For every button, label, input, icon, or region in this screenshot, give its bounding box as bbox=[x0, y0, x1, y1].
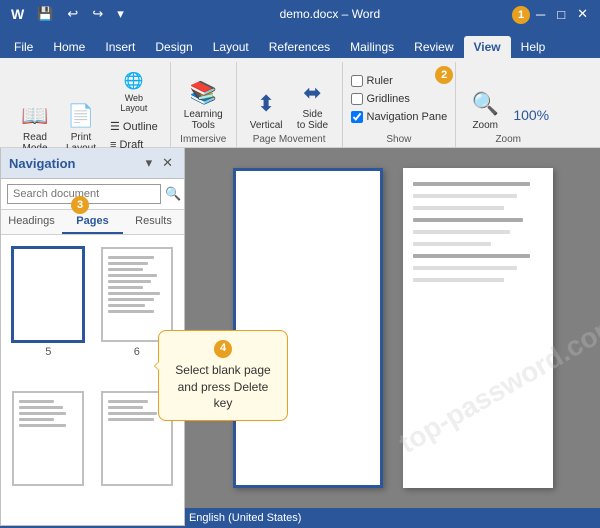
side-to-side-button[interactable]: ⬌ Sideto Side bbox=[292, 74, 334, 134]
zoom-100-button[interactable]: 100% bbox=[510, 96, 552, 134]
title-bar-left: W 💾 ↩ ↪ ▾ bbox=[8, 4, 128, 24]
language-label: English (United States) bbox=[189, 512, 302, 524]
badge-3: 3 bbox=[71, 196, 89, 214]
callout-text: Select blank page and press Delete key bbox=[175, 363, 270, 411]
page-7-content bbox=[14, 393, 82, 434]
zoom-button[interactable]: 🔍 Zoom bbox=[464, 85, 506, 134]
read-mode-icon: 📖 bbox=[19, 100, 51, 132]
doc-page-6[interactable] bbox=[403, 168, 553, 488]
page-num-5: 5 bbox=[45, 346, 51, 358]
ribbon-tabs-bar: File Home Insert Design Layout Reference… bbox=[0, 28, 600, 58]
vertical-button[interactable]: ⬍ Vertical bbox=[245, 85, 288, 134]
badge-4: 4 bbox=[214, 340, 232, 358]
app-name-label: Word bbox=[352, 7, 380, 21]
app-window: W 💾 ↩ ↪ ▾ demo.docx – Word 1 ─ □ ✕ File … bbox=[0, 0, 600, 528]
page-movement-label: Page Movement bbox=[253, 134, 326, 147]
tab-view[interactable]: View bbox=[464, 36, 511, 58]
web-layout-button[interactable]: 🌐 WebLayout bbox=[106, 66, 162, 116]
ribbon-group-show: Ruler Gridlines Navigation Pane 2 Show bbox=[343, 62, 457, 147]
learning-tools-button[interactable]: 📚 LearningTools bbox=[179, 74, 228, 134]
ribbon-group-page-movement: ⬍ Vertical ⬌ Sideto Side Page Movement bbox=[237, 62, 343, 147]
print-layout-icon: 📄 bbox=[65, 100, 97, 132]
zoom-icon: 🔍 bbox=[469, 88, 501, 120]
ruler-checkbox-label[interactable]: Ruler bbox=[351, 74, 448, 88]
ribbon-content: 📖 ReadMode 📄 PrintLayout 🌐 WebLayout ☰ O… bbox=[0, 58, 600, 148]
zoom-buttons: 🔍 Zoom 100% bbox=[464, 66, 552, 134]
ribbon-group-views: 📖 ReadMode 📄 PrintLayout 🌐 WebLayout ☰ O… bbox=[6, 62, 171, 147]
save-qat-button[interactable]: 💾 bbox=[33, 4, 57, 24]
outline-button[interactable]: ☰ Outline bbox=[106, 118, 162, 135]
tab-mailings[interactable]: Mailings bbox=[340, 36, 404, 58]
tab-review[interactable]: Review bbox=[404, 36, 463, 58]
views-buttons: 📖 ReadMode 📄 PrintLayout 🌐 WebLayout ☰ O… bbox=[14, 66, 162, 157]
page-6-content bbox=[103, 249, 171, 320]
immersive-buttons: 📚 LearningTools bbox=[179, 66, 228, 134]
tab-file[interactable]: File bbox=[4, 36, 43, 58]
search-button[interactable]: 🔍 bbox=[165, 186, 181, 202]
immersive-group-label: Immersive bbox=[180, 134, 226, 147]
nav-pane-controls: ▾ ✕ bbox=[143, 154, 176, 172]
badge-1: 1 bbox=[512, 6, 530, 24]
nav-close-button[interactable]: ✕ bbox=[159, 154, 176, 172]
nav-pane-title: Navigation bbox=[9, 156, 75, 171]
nav-pane-header: Navigation ▾ ✕ bbox=[1, 148, 184, 179]
title-bar: W 💾 ↩ ↪ ▾ demo.docx – Word 1 ─ □ ✕ bbox=[0, 0, 600, 28]
qat-dropdown-button[interactable]: ▾ bbox=[113, 4, 128, 24]
redo-qat-button[interactable]: ↪ bbox=[88, 4, 107, 24]
tab-home[interactable]: Home bbox=[43, 36, 95, 58]
doc-page-5[interactable] bbox=[233, 168, 383, 488]
gridlines-checkbox-label[interactable]: Gridlines bbox=[351, 92, 448, 106]
vertical-icon: ⬍ bbox=[250, 88, 282, 120]
nav-pane-checkbox[interactable] bbox=[351, 111, 363, 123]
separator: – bbox=[342, 7, 352, 21]
page-thumb-img-6 bbox=[101, 247, 173, 342]
word-icon: W bbox=[8, 6, 27, 22]
document-area: top-password.com bbox=[185, 148, 600, 508]
tab-references[interactable]: References bbox=[259, 36, 340, 58]
tab-help[interactable]: Help bbox=[511, 36, 556, 58]
page-thumb-img-7 bbox=[12, 391, 84, 486]
badge-3-wrapper: 3 bbox=[71, 196, 89, 214]
tab-design[interactable]: Design bbox=[145, 36, 202, 58]
ribbon-group-immersive: 📚 LearningTools Immersive bbox=[171, 62, 237, 147]
page-movement-buttons: ⬍ Vertical ⬌ Sideto Side bbox=[245, 66, 334, 134]
tab-insert[interactable]: Insert bbox=[95, 36, 145, 58]
side-to-side-icon: ⬌ bbox=[297, 77, 329, 109]
filename-label: demo.docx bbox=[280, 7, 339, 21]
page-thumb-img-5 bbox=[12, 247, 84, 342]
undo-qat-button[interactable]: ↩ bbox=[63, 4, 82, 24]
zoom-group-label: Zoom bbox=[495, 134, 521, 147]
page-thumb-5[interactable]: 5 bbox=[9, 247, 88, 381]
show-group-label: Show bbox=[386, 134, 411, 147]
show-checkboxes: Ruler Gridlines Navigation Pane bbox=[351, 66, 448, 134]
badge-2: 2 bbox=[435, 66, 453, 84]
close-button[interactable]: ✕ bbox=[573, 4, 592, 24]
tab-results[interactable]: Results bbox=[123, 210, 184, 234]
document-title: demo.docx – Word bbox=[280, 7, 381, 21]
ruler-checkbox[interactable] bbox=[351, 75, 363, 87]
maximize-button[interactable]: □ bbox=[553, 5, 569, 24]
callout-balloon: 4 Select blank page and press Delete key bbox=[158, 330, 288, 421]
page-thumb-7[interactable] bbox=[9, 391, 88, 513]
web-layout-icon: 🌐 bbox=[122, 69, 146, 93]
tab-layout[interactable]: Layout bbox=[203, 36, 259, 58]
nav-collapse-button[interactable]: ▾ bbox=[143, 154, 156, 172]
nav-pane-checkbox-label[interactable]: Navigation Pane bbox=[351, 110, 448, 124]
pages-grid: 5 bbox=[1, 235, 184, 525]
search-bar: 🔍 bbox=[1, 179, 184, 210]
gridlines-checkbox[interactable] bbox=[351, 93, 363, 105]
page-num-6: 6 bbox=[134, 346, 140, 358]
zoom-100-icon: 100% bbox=[515, 99, 547, 131]
learning-tools-icon: 📚 bbox=[187, 77, 219, 109]
ribbon-group-zoom: 🔍 Zoom 100% Zoom bbox=[456, 62, 560, 147]
tab-headings[interactable]: Headings bbox=[1, 210, 62, 234]
minimize-button[interactable]: ─ bbox=[532, 5, 549, 24]
title-bar-right: 1 ─ □ ✕ bbox=[532, 4, 592, 24]
nav-tabs: Headings Pages Results bbox=[1, 210, 184, 235]
